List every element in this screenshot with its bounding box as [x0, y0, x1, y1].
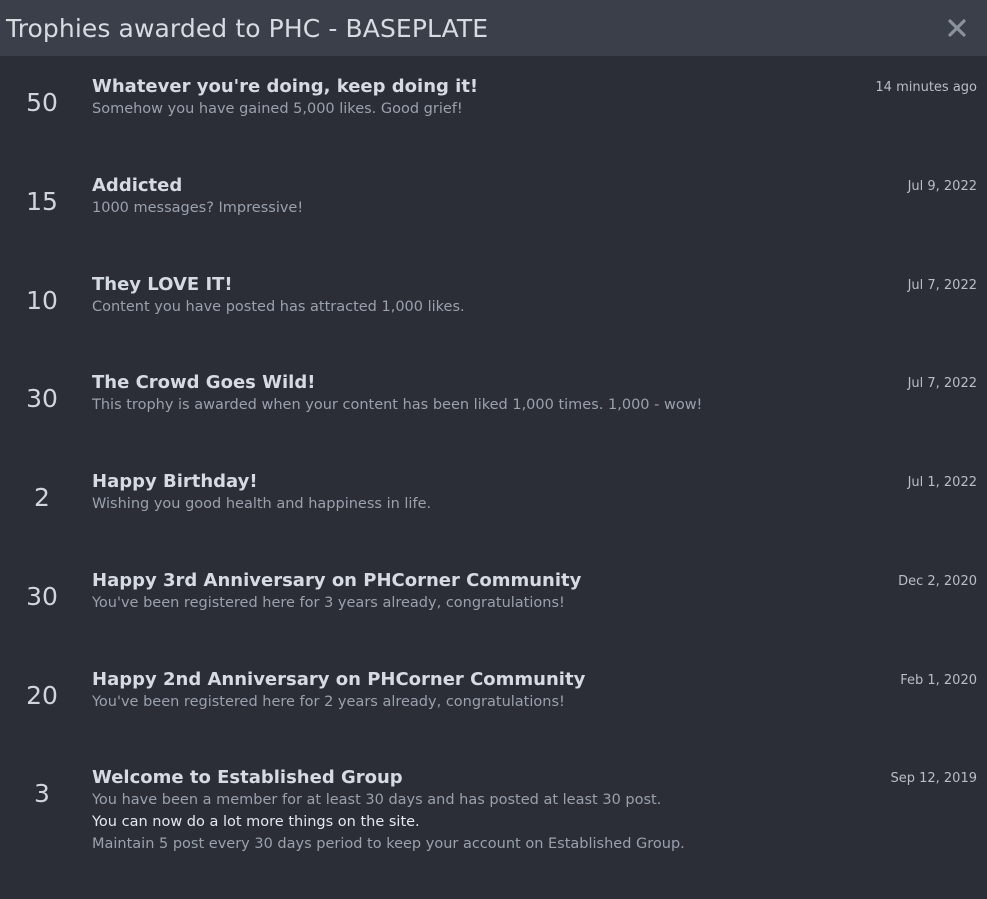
- trophy-description: You've been registered here for 3 years …: [92, 595, 565, 611]
- trophy-date: Jul 7, 2022: [907, 376, 977, 391]
- trophy-body: Happy 2nd Anniversary on PHCorner Commun…: [92, 669, 827, 713]
- trophy-date: Jul 9, 2022: [907, 179, 977, 194]
- trophy-title: Happy 3rd Anniversary on PHCorner Commun…: [92, 570, 582, 591]
- trophy-body: Happy Birthday! Wishing you good health …: [92, 471, 827, 515]
- trophy-date: Sep 12, 2019: [890, 771, 977, 786]
- trophy-points: 15: [26, 187, 58, 216]
- overlay-title: Trophies awarded to PHC - BASEPLATE: [6, 13, 489, 43]
- trophy-description: You have been a member for at least 30 d…: [92, 792, 662, 808]
- trophy-description: Maintain 5 post every 30 days period to …: [92, 836, 685, 852]
- close-icon: [948, 19, 966, 37]
- trophy-date: Dec 2, 2020: [898, 574, 977, 589]
- trophy-points: 20: [26, 681, 58, 710]
- trophy-title: Happy Birthday!: [92, 471, 258, 492]
- trophies-overlay: Trophies awarded to PHC - BASEPLATE 50 W…: [0, 0, 987, 899]
- trophy-date: Jul 7, 2022: [907, 278, 977, 293]
- trophy-body: They LOVE IT! Content you have posted ha…: [92, 274, 827, 318]
- trophy-description: You've been registered here for 2 years …: [92, 694, 565, 710]
- trophy-title: Happy 2nd Anniversary on PHCorner Commun…: [92, 669, 586, 690]
- trophy-points: 10: [26, 286, 58, 315]
- trophy-points: 2: [34, 483, 50, 512]
- trophy-body: Welcome to Established Group You have be…: [92, 767, 827, 855]
- trophy-points: 3: [34, 779, 50, 808]
- trophy-description-highlight: You can now do a lot more things on the …: [92, 814, 420, 830]
- trophy-description: Wishing you good health and happiness in…: [92, 496, 432, 512]
- trophy-points: 30: [26, 384, 58, 413]
- trophy-title: Addicted: [92, 175, 183, 196]
- trophy-title: The Crowd Goes Wild!: [92, 372, 316, 393]
- trophy-description: Somehow you have gained 5,000 likes. Goo…: [92, 101, 463, 117]
- trophy-date: Feb 1, 2020: [900, 673, 977, 688]
- trophy-body: The Crowd Goes Wild! This trophy is awar…: [92, 372, 827, 416]
- close-button[interactable]: [937, 8, 977, 48]
- trophy-date: Jul 1, 2022: [907, 475, 977, 490]
- trophy-description: Content you have posted has attracted 1,…: [92, 299, 465, 315]
- trophy-body: Addicted 1000 messages? Impressive!: [92, 175, 827, 219]
- trophy-date: 14 minutes ago: [875, 80, 977, 95]
- trophy-title: They LOVE IT!: [92, 274, 233, 295]
- trophy-description: 1000 messages? Impressive!: [92, 200, 304, 216]
- trophy-body: Happy 3rd Anniversary on PHCorner Commun…: [92, 570, 827, 614]
- trophy-title: Welcome to Established Group: [92, 767, 403, 788]
- trophy-title: Whatever you're doing, keep doing it!: [92, 76, 479, 97]
- trophy-body: Whatever you're doing, keep doing it! So…: [92, 76, 827, 120]
- trophy-points: 30: [26, 582, 58, 611]
- trophy-description: This trophy is awarded when your content…: [92, 397, 703, 413]
- trophy-points: 50: [26, 88, 58, 117]
- overlay-header: Trophies awarded to PHC - BASEPLATE: [0, 0, 987, 56]
